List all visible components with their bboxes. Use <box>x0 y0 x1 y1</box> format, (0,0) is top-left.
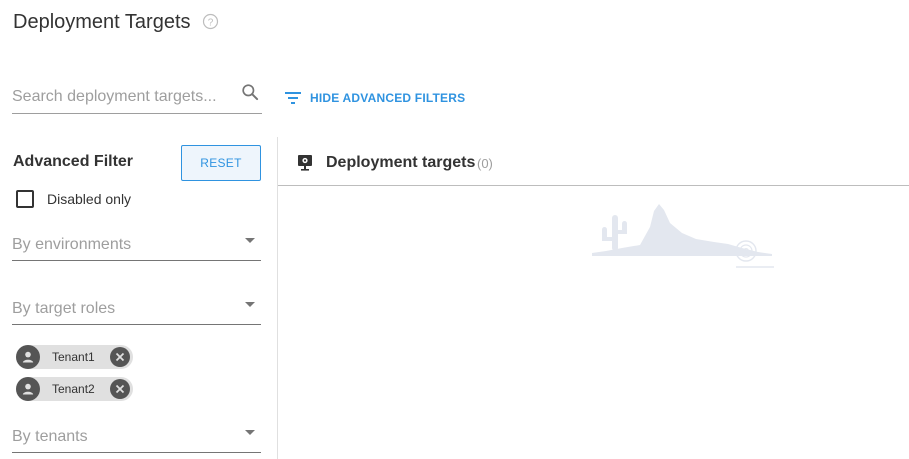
filter-icon <box>285 92 301 104</box>
empty-state-illustration <box>592 201 777 278</box>
hide-advanced-filters-label: HIDE ADVANCED FILTERS <box>310 91 466 105</box>
close-icon[interactable] <box>110 347 130 367</box>
caret-down-icon <box>245 430 255 435</box>
tenants-select[interactable]: By tenants <box>12 426 261 453</box>
search-field[interactable] <box>12 78 262 114</box>
tenants-select-label: By tenants <box>12 428 88 445</box>
environments-select[interactable]: By environments <box>12 234 261 261</box>
panel-count: (0) <box>477 156 493 171</box>
page-title: Deployment Targets <box>13 11 191 33</box>
disabled-only-label: Disabled only <box>47 191 132 207</box>
tenant-chip-label: Tenant2 <box>52 382 95 396</box>
target-roles-select[interactable]: By target roles <box>12 298 261 325</box>
person-icon <box>16 345 40 369</box>
panel-header: Deployment targets (0) <box>278 137 909 186</box>
disabled-only-checkbox-row[interactable]: Disabled only <box>16 190 131 208</box>
panel-title: Deployment targets <box>326 154 476 171</box>
close-icon[interactable] <box>110 379 130 399</box>
svg-text:?: ? <box>208 17 214 28</box>
help-icon[interactable]: ? <box>202 13 219 35</box>
target-roles-select-label: By target roles <box>12 300 116 317</box>
person-icon <box>16 377 40 401</box>
environments-select-label: By environments <box>12 236 132 253</box>
search-input[interactable] <box>12 86 232 108</box>
deployment-target-icon <box>297 154 313 176</box>
caret-down-icon <box>245 302 255 307</box>
disabled-only-checkbox[interactable] <box>16 190 34 208</box>
tenant-chip: Tenant1 <box>16 345 133 369</box>
tenant-chip: Tenant2 <box>16 377 133 401</box>
reset-button[interactable]: RESET <box>181 145 261 181</box>
hide-advanced-filters-button[interactable]: HIDE ADVANCED FILTERS <box>284 88 465 108</box>
advanced-filter-sidebar: Advanced Filter RESET Disabled only By e… <box>0 137 277 459</box>
deployment-targets-panel: Deployment targets (0) <box>278 137 909 459</box>
search-icon[interactable] <box>240 82 260 107</box>
tenant-chip-label: Tenant1 <box>52 350 95 364</box>
advanced-filter-title: Advanced Filter <box>13 153 134 170</box>
caret-down-icon <box>245 238 255 243</box>
